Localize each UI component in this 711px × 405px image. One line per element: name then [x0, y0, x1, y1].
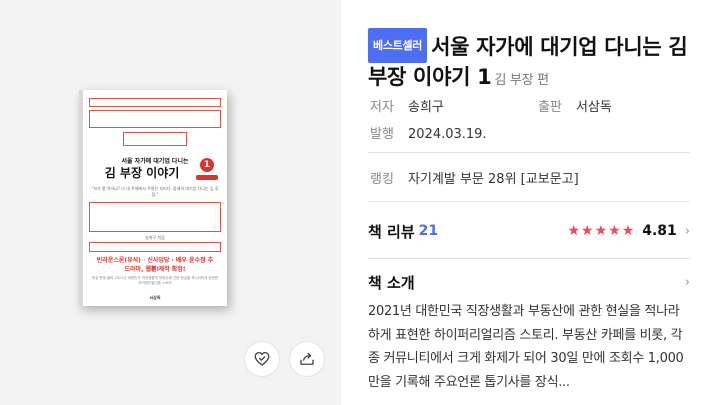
- rank-row: 랭킹 자기계발 부문 28위 [교보문고]: [370, 168, 579, 187]
- divider: [368, 201, 690, 202]
- divider: [368, 152, 690, 153]
- cover-fine-print: 현실 판매 돌파 2021년 대한민국 직장생활과 부동산에 관한 현실을 적나…: [91, 276, 219, 285]
- cover-doodle-frame: [123, 132, 187, 146]
- share-icon: [300, 352, 314, 365]
- book-title: 베스트셀러 서울 자가에 대기업 다니는 김 부장 이야기 1김 부장 편: [368, 28, 688, 95]
- publisher-name[interactable]: 서삼독: [576, 100, 612, 115]
- author-row: 저자 송희구: [370, 96, 444, 115]
- review-label: 책 리뷰: [368, 222, 415, 241]
- review-count: 21: [418, 223, 439, 239]
- publisher-label: 출판: [538, 100, 562, 115]
- star-icon: ★: [567, 223, 580, 239]
- book-cover-image[interactable]: 서울 자가에 대기업 다니는 김 부장 이야기 1 "자가 몇 억이냐? 다 내…: [79, 90, 227, 306]
- chevron-right-icon: ›: [684, 223, 690, 239]
- cover-doodle-frame: [89, 242, 221, 252]
- book-edition: 김 부장 편: [494, 73, 549, 88]
- share-button[interactable]: [289, 341, 325, 377]
- star-rating: ★ ★ ★ ★ ★: [567, 224, 634, 238]
- review-summary-row[interactable]: 책 리뷰 21 ★ ★ ★ ★ ★ 4.81 ›: [368, 220, 690, 242]
- star-icon: ★: [594, 223, 608, 239]
- rank-label: 랭킹: [370, 172, 394, 187]
- rank-value: 자기계발 부문 28위 [교보문고]: [408, 172, 579, 187]
- cover-panel: 서울 자가에 대기업 다니는 김 부장 이야기 1 "자가 몇 억이냐? 다 내…: [0, 0, 341, 405]
- cover-author: 송희구 지음: [145, 235, 165, 240]
- cover-publisher: 서삼독: [149, 295, 161, 300]
- title-block: 베스트셀러 서울 자가에 대기업 다니는 김 부장 이야기 1김 부장 편: [368, 28, 688, 95]
- chevron-right-icon: ›: [684, 275, 690, 290]
- book-info-panel: 베스트셀러 서울 자가에 대기업 다니는 김 부장 이야기 1김 부장 편 저자 송…: [341, 0, 711, 405]
- intro-header-row[interactable]: 책 소개 ›: [368, 272, 690, 293]
- cover-title-big: 김 부장 이야기: [104, 166, 180, 180]
- cover-doodle-frame: [89, 202, 221, 232]
- cover-doodle-frame: [89, 110, 221, 128]
- publisher-row: 출판 서삼독: [538, 96, 612, 115]
- publish-date: 2024.03.19.: [408, 127, 487, 142]
- date-row: 발행 2024.03.19.: [370, 123, 487, 142]
- author-label: 저자: [370, 100, 394, 115]
- cover-quote: "자가 몇 억이냐? 다 내 주제에서 주말은 부러다. 장래의 대기업 다니는…: [91, 186, 219, 197]
- divider: [368, 258, 690, 259]
- intro-text: 2021년 대한민국 직장생활과 부동산에 관한 현실을 적나라하게 표현한 하…: [368, 304, 684, 390]
- cover-volume-badge: [196, 175, 218, 180]
- intro-label: 책 소개: [368, 274, 415, 292]
- heart-check-icon: [254, 351, 270, 366]
- cover-promo-2: 드라마, 웹툰 제작 확정!: [124, 266, 186, 273]
- cover-panel-line: [89, 98, 221, 107]
- date-label: 발행: [370, 127, 394, 142]
- star-icon: ★: [608, 223, 621, 239]
- star-icon: ★: [621, 223, 635, 239]
- bestseller-badge: 베스트셀러: [368, 28, 428, 63]
- cover-volume-number: 1: [200, 158, 214, 172]
- rating-value: 4.81: [642, 223, 677, 239]
- star-icon: ★: [581, 223, 594, 239]
- like-button[interactable]: [244, 341, 280, 377]
- author-name[interactable]: 송희구: [408, 100, 444, 115]
